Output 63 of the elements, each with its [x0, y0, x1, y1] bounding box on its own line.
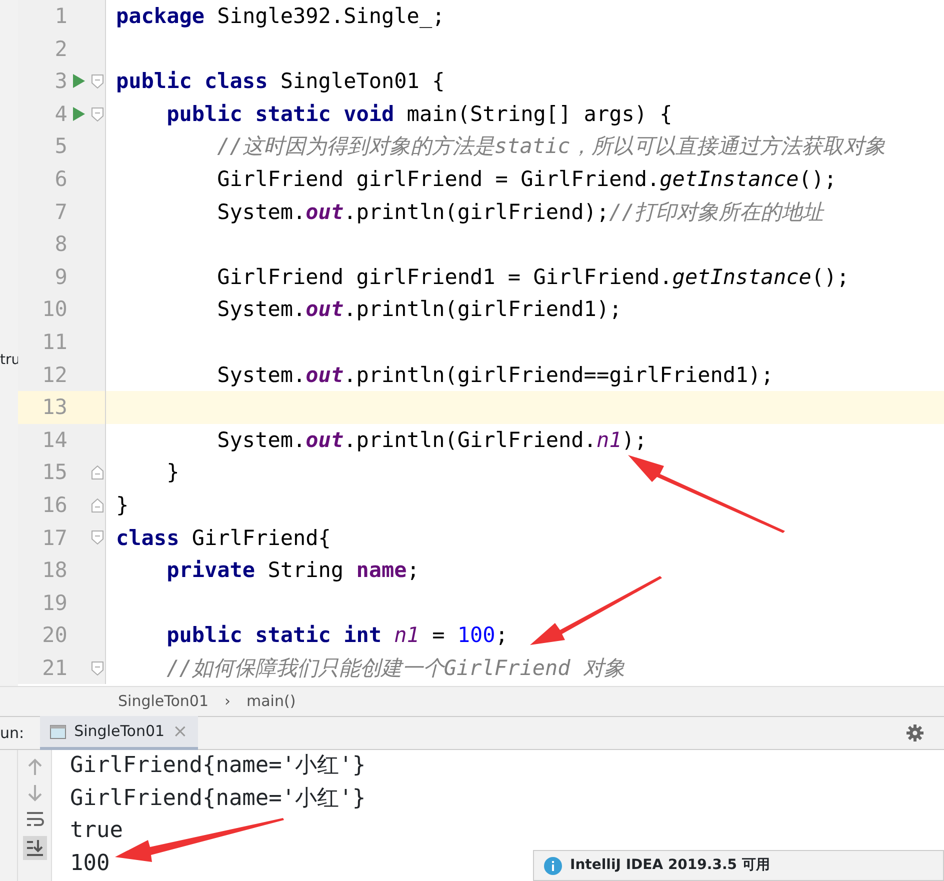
- info-icon: [544, 856, 562, 874]
- breadcrumb-item[interactable]: main(): [246, 690, 296, 713]
- line-number: 14: [41, 426, 68, 454]
- code-line: System.out.println(girlFriend);//打印对象所在的地址: [216, 198, 824, 226]
- line-number: 3: [54, 68, 68, 96]
- fold-marker-icon[interactable]: [91, 660, 104, 676]
- fold-marker-icon[interactable]: [91, 74, 104, 89]
- line-number: 17: [41, 524, 68, 552]
- line-number: 10: [41, 296, 68, 324]
- notification-balloon[interactable]: IntelliJ IDEA 2019.3.5 可用: [533, 850, 944, 881]
- line-number: 7: [54, 198, 68, 226]
- code-line: public static void main(String[] args) {: [166, 100, 672, 128]
- code-line: //这时因为得到对象的方法是static，所以可以直接通过方法获取对象: [216, 133, 886, 160]
- code-line: class GirlFriend{: [115, 524, 331, 552]
- line-number: 13: [41, 394, 68, 422]
- line-number: 5: [54, 133, 68, 160]
- line-number: 9: [54, 264, 68, 291]
- code-line: }: [115, 492, 129, 519]
- line-number: 11: [41, 328, 68, 356]
- run-panel-label: un:: [0, 722, 24, 744]
- code-line: System.out.println(girlFriend1);: [216, 296, 622, 324]
- line-number: 12: [41, 362, 68, 389]
- line-number: 6: [54, 166, 68, 193]
- line-number: 21: [41, 654, 68, 682]
- down-arrow-icon[interactable]: [26, 784, 42, 802]
- code-line: System.out.println(girlFriend==girlFriend1);: [216, 362, 774, 389]
- settings-icon[interactable]: [906, 724, 924, 742]
- scroll-to-end-icon[interactable]: [22, 836, 46, 860]
- fold-marker-icon[interactable]: [91, 498, 104, 513]
- fold-marker-icon[interactable]: [91, 530, 104, 546]
- run-icon[interactable]: [72, 106, 86, 122]
- line-number: 16: [41, 492, 68, 519]
- console-output-line: 100: [70, 850, 110, 878]
- notification-text: IntelliJ IDEA 2019.3.5 可用: [570, 856, 770, 875]
- code-line: public class SingleTon01 {: [115, 68, 445, 96]
- code-line: public static int n1 = 100;: [166, 622, 508, 650]
- code-line: System.out.println(GirlFriend.n1);: [216, 426, 648, 454]
- console-output-line: GirlFriend{name='小红'}: [70, 752, 366, 780]
- code-line: }: [166, 459, 180, 486]
- fold-marker-icon[interactable]: [91, 106, 104, 122]
- code-line: //如何保障我们只能创建一个GirlFriend 对象: [166, 654, 625, 682]
- up-arrow-icon[interactable]: [26, 758, 42, 776]
- breadcrumb-separator: ›: [224, 691, 230, 712]
- line-number: 8: [54, 231, 68, 258]
- console-output-line: true: [70, 817, 123, 845]
- line-number: 18: [41, 557, 68, 584]
- line-number: 19: [41, 590, 68, 617]
- window-icon: [50, 724, 66, 738]
- soft-wrap-icon[interactable]: [26, 810, 44, 828]
- line-number: 4: [54, 100, 68, 128]
- console-output-line: GirlFriend{name='小红'}: [70, 784, 366, 812]
- line-number: 15: [41, 459, 68, 486]
- fold-marker-icon[interactable]: [91, 465, 104, 480]
- line-number: 1: [54, 3, 68, 30]
- code-line: private String name;: [166, 557, 420, 584]
- code-line: GirlFriend girlFriend1 = GirlFriend.getInstance();: [216, 264, 850, 291]
- breadcrumb-item[interactable]: SingleTon01: [118, 690, 208, 713]
- code-line: package Single392.Single_;: [115, 3, 445, 30]
- run-tab[interactable]: SingleTon01 ×: [40, 716, 198, 750]
- line-number: 2: [54, 36, 68, 63]
- line-number: 20: [41, 622, 68, 650]
- run-icon[interactable]: [72, 73, 86, 90]
- code-line: GirlFriend girlFriend = GirlFriend.getInstance();: [216, 166, 837, 193]
